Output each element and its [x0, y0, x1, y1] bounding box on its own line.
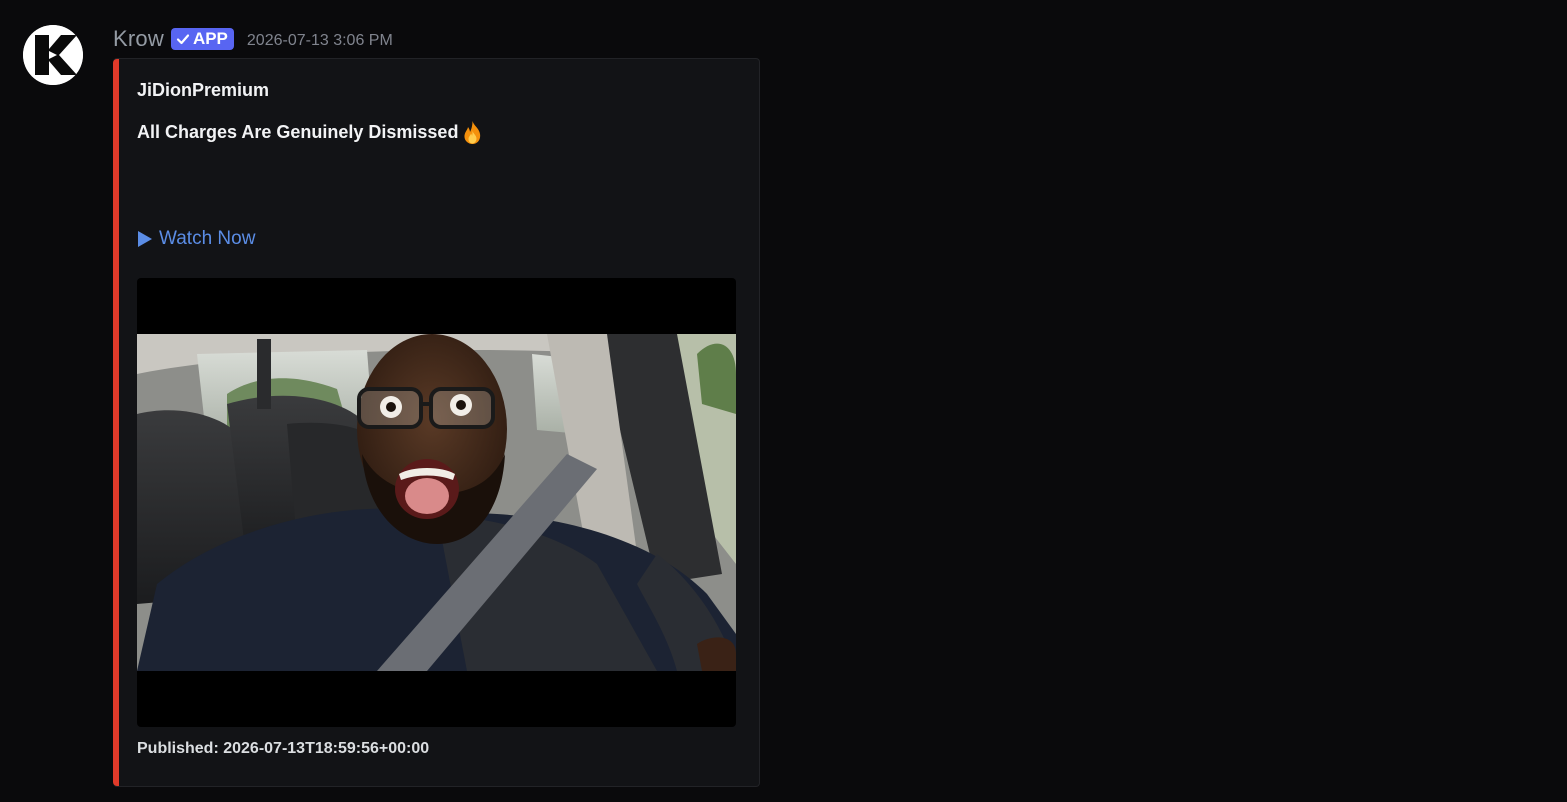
watch-now-link[interactable]: Watch Now	[137, 228, 255, 250]
message-timestamp[interactable]: 2026-07-13 3:06 PM	[247, 32, 393, 50]
fire-icon	[459, 119, 486, 146]
app-badge-label: APP	[192, 29, 228, 48]
thumbnail-image	[137, 334, 736, 671]
avatar[interactable]	[23, 25, 83, 85]
link-embed: JiDionPremium All Charges Are Genuinely …	[113, 58, 760, 787]
embed-title-text: All Charges Are Genuinely Dismissed	[137, 122, 459, 142]
k-logo-icon	[23, 25, 83, 85]
message-header: Krow APP 2026-07-13 3:06 PM	[113, 25, 393, 53]
embed-title: All Charges Are Genuinely Dismissed	[137, 119, 486, 146]
play-icon	[137, 230, 153, 248]
chat-message: Krow APP 2026-07-13 3:06 PM JiDionPremiu…	[0, 0, 1567, 802]
embed-accent-bar	[113, 59, 119, 786]
embed-footer: Published: 2026-07-13T18:59:56+00:00	[137, 740, 430, 757]
app-badge: APP	[170, 28, 234, 50]
check-icon	[176, 32, 190, 46]
embed-thumbnail[interactable]	[137, 278, 736, 727]
username[interactable]: Krow	[113, 26, 164, 52]
embed-author: JiDionPremium	[137, 80, 270, 100]
watch-now-label: Watch Now	[159, 228, 256, 249]
